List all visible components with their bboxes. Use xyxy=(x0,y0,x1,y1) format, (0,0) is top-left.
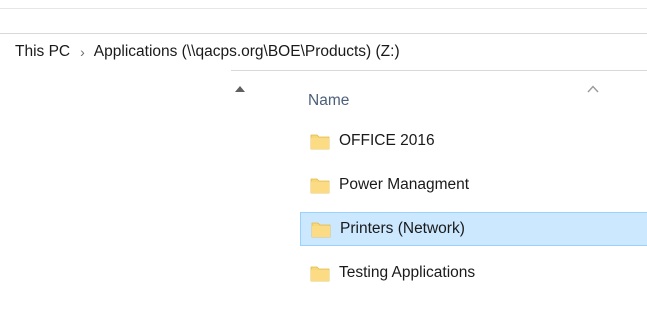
list-item-label: Testing Applications xyxy=(339,264,476,281)
breadcrumb-this-pc[interactable]: This PC xyxy=(15,43,70,61)
file-explorer-window: This PC › Applications (\\qacps.org\BOE\… xyxy=(0,0,647,335)
column-header-name[interactable]: Name xyxy=(308,92,349,110)
navigation-pane xyxy=(0,70,231,335)
folder-icon xyxy=(310,266,330,282)
list-item-printers-network[interactable]: Printers (Network) xyxy=(300,212,647,246)
file-list: Name OFFICE 2016 Power Managment Printer… xyxy=(262,70,647,335)
nav-pane-scroll-up-icon[interactable] xyxy=(233,83,247,95)
breadcrumb: This PC › Applications (\\qacps.org\BOE\… xyxy=(15,34,400,70)
folder-icon xyxy=(310,178,330,194)
toolbar-strip xyxy=(0,0,647,9)
list-item-office-2016[interactable]: OFFICE 2016 xyxy=(300,124,647,158)
folder-icon xyxy=(311,222,331,238)
list-item-testing-applications[interactable]: Testing Applications xyxy=(300,256,647,290)
sort-ascending-icon xyxy=(587,85,599,93)
breadcrumb-separator-icon[interactable]: › xyxy=(80,45,85,59)
list-item-power-managment[interactable]: Power Managment xyxy=(300,168,647,202)
list-item-label: Power Managment xyxy=(339,176,470,193)
address-bar[interactable]: This PC › Applications (\\qacps.org\BOE\… xyxy=(0,33,647,71)
list-item-label: Printers (Network) xyxy=(340,220,465,237)
list-item-label: OFFICE 2016 xyxy=(339,132,435,149)
breadcrumb-applications-drive[interactable]: Applications (\\qacps.org\BOE\Products) … xyxy=(94,43,400,61)
folder-icon xyxy=(310,134,330,150)
